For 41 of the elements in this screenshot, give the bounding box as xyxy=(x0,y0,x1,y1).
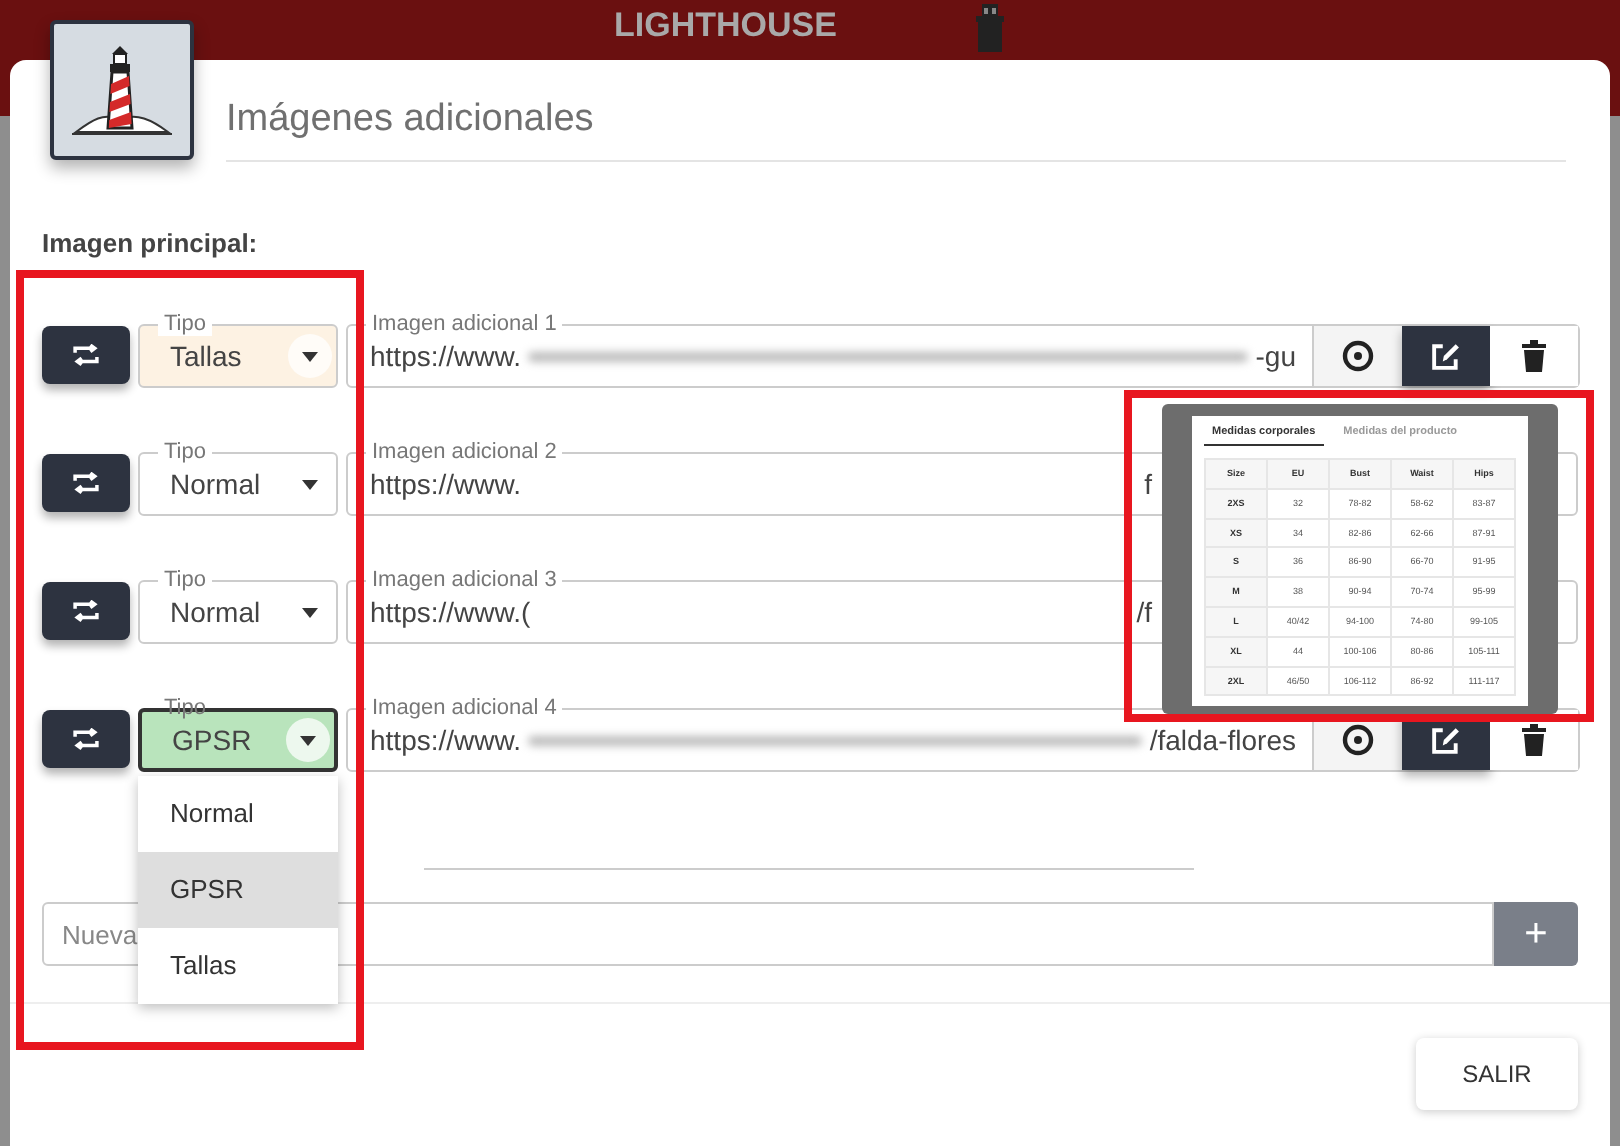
add-button[interactable]: + xyxy=(1494,902,1578,966)
edit-icon xyxy=(1432,342,1460,370)
trash-icon xyxy=(1522,724,1546,756)
field-label: Imagen adicional 2 xyxy=(366,440,563,464)
section-label: Imagen principal: xyxy=(42,228,260,258)
menu-item[interactable]: GPSR xyxy=(138,852,338,928)
swap-button[interactable] xyxy=(42,710,130,768)
field-label: Tipo xyxy=(162,696,208,720)
brand-text: LIGHTHOUSE xyxy=(614,10,837,40)
edit-button[interactable] xyxy=(1402,326,1490,386)
url-text: https://www.( xyxy=(370,596,533,628)
swap-button[interactable] xyxy=(42,454,130,512)
swap-icon xyxy=(72,727,100,751)
url-text: https://www. xyxy=(370,724,521,756)
swap-icon xyxy=(72,471,100,495)
menu-item[interactable]: Normal xyxy=(138,776,338,852)
url-text: f xyxy=(1144,468,1152,500)
url-text: https://www. xyxy=(370,468,523,500)
swap-icon xyxy=(72,599,100,623)
field-label: Imagen adicional 4 xyxy=(366,696,563,720)
field-label: Tipo xyxy=(158,312,212,336)
swap-button[interactable] xyxy=(42,582,130,640)
caret-icon xyxy=(302,607,318,617)
caret-icon xyxy=(302,351,318,361)
url-text: -gu xyxy=(1255,340,1296,372)
exit-button[interactable]: SALIR xyxy=(1416,1038,1578,1110)
view-button[interactable] xyxy=(1314,326,1402,386)
url-text: /f xyxy=(1136,596,1152,628)
field-label: Tipo xyxy=(158,440,212,464)
field-label: Imagen adicional 3 xyxy=(366,568,563,592)
edit-icon xyxy=(1432,726,1460,754)
field-label: Tipo xyxy=(158,568,212,592)
swap-button[interactable] xyxy=(42,326,130,384)
url-text: https://www. xyxy=(370,340,521,372)
url-text: /falda-flores xyxy=(1149,724,1296,756)
swap-icon xyxy=(72,343,100,367)
caret-icon xyxy=(300,735,316,745)
field-label: Imagen adicional 1 xyxy=(366,312,563,336)
trash-icon xyxy=(1522,340,1546,372)
dialog-title: Imágenes adicionales xyxy=(226,98,594,140)
caret-icon xyxy=(302,479,318,489)
